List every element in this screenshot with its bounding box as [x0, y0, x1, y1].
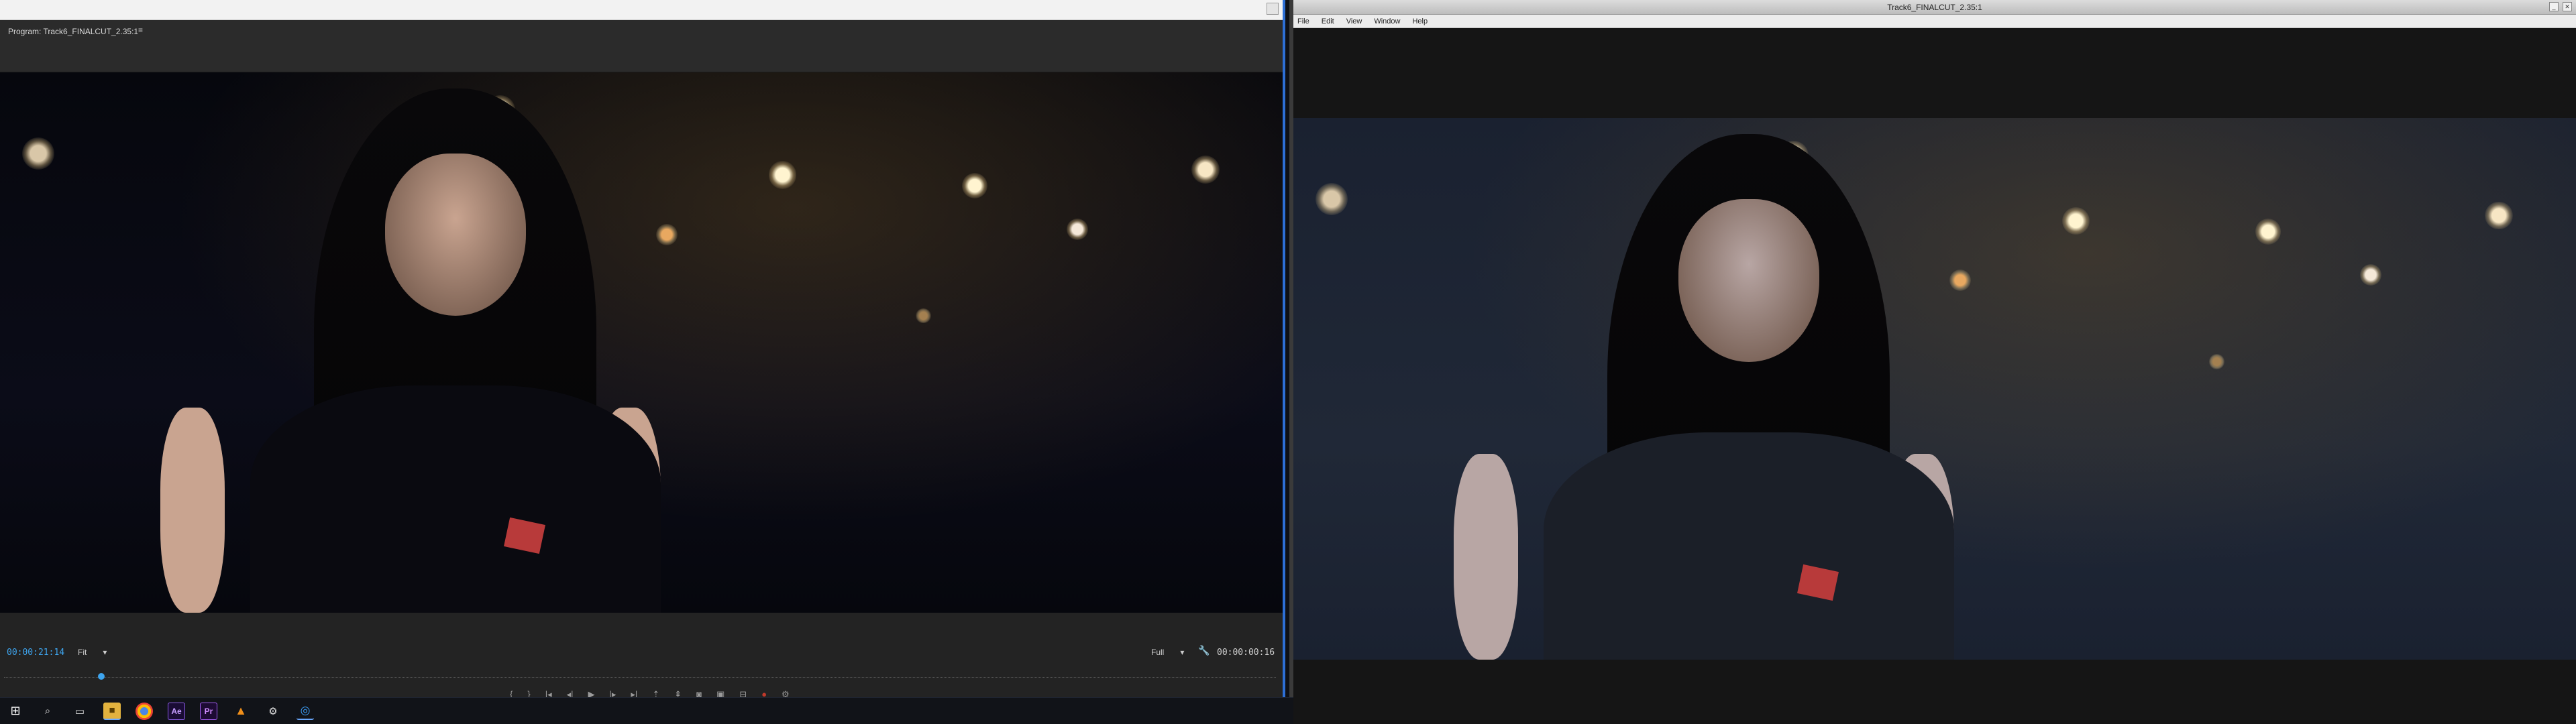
program-panel-header: Program: Track6_FINALCUT_2.35:1 ≡ — [0, 20, 1283, 72]
vlc-icon[interactable]: ▲ — [232, 703, 250, 720]
bokeh-light — [1949, 269, 1972, 292]
reference-title-bar: Track6_FINALCUT_2.35:1 _ ✕ — [1293, 0, 2576, 15]
left-top-bar — [0, 0, 1283, 20]
playback-resolution-dropdown[interactable]: Full ▾ — [1148, 646, 1191, 658]
menu-window[interactable]: Window — [1374, 17, 1400, 25]
playhead-handle[interactable] — [98, 673, 105, 680]
windows-start-icon[interactable]: ⊞ — [7, 703, 24, 720]
subject-face — [1678, 199, 1819, 362]
playback-resolution-value: Full — [1151, 648, 1165, 657]
chrome-icon[interactable] — [136, 702, 153, 720]
bokeh-light — [1067, 218, 1089, 240]
premiere-program-monitor: Program: Track6_FINALCUT_2.35:1 ≡ 00:00:… — [0, 0, 1283, 724]
bokeh-light — [2360, 264, 2382, 286]
steam-icon[interactable]: ⚙ — [264, 703, 282, 720]
video-scene-left — [0, 72, 1283, 613]
minimize-button[interactable]: _ — [2549, 2, 2559, 11]
program-monitor-controls: 00:00:21:14 Fit ▾ Full ▾ 🔧 00:00:00:16 {… — [0, 613, 1283, 709]
reference-player-window: Track6_FINALCUT_2.35:1 _ ✕ File Edit Vie… — [1293, 0, 2576, 724]
task-view-icon[interactable]: ▭ — [71, 703, 89, 720]
bokeh-light — [2209, 354, 2224, 369]
bokeh-light — [1316, 183, 1348, 216]
subject-face — [384, 153, 526, 316]
search-icon[interactable]: ⌕ — [39, 703, 56, 720]
scrub-bar[interactable] — [4, 672, 1276, 682]
reference-menu-bar: File Edit View Window Help — [1293, 15, 2576, 28]
bokeh-light — [2485, 201, 2514, 230]
zoom-level-value: Fit — [78, 648, 87, 657]
wrench-icon[interactable]: 🔧 — [1198, 645, 1210, 656]
bokeh-light — [2061, 206, 2090, 235]
after-effects-icon[interactable]: Ae — [168, 702, 185, 720]
bokeh-light — [656, 223, 678, 245]
subject-arm — [1454, 453, 1518, 660]
playhead-timecode[interactable]: 00:00:21:14 — [7, 648, 64, 658]
bokeh-light — [1191, 156, 1220, 184]
chevron-down-icon: ▾ — [1180, 648, 1185, 657]
desktop: Program: Track6_FINALCUT_2.35:1 ≡ 00:00:… — [0, 0, 2576, 724]
menu-file[interactable]: File — [1297, 17, 1309, 25]
menu-help[interactable]: Help — [1412, 17, 1428, 25]
reference-window-title: Track6_FINALCUT_2.35:1 — [1887, 3, 1982, 12]
subject-dress — [1543, 432, 1954, 660]
bokeh-light — [2255, 219, 2282, 245]
reference-video-frame — [1293, 118, 2576, 660]
file-explorer-icon[interactable]: ■ — [103, 702, 121, 720]
menu-edit[interactable]: Edit — [1322, 17, 1334, 25]
premiere-pro-icon[interactable]: Pr — [200, 702, 217, 720]
bokeh-light — [961, 173, 988, 199]
duration-timecode: 00:00:00:16 — [1217, 648, 1275, 658]
bokeh-light — [916, 308, 931, 323]
close-window-button[interactable] — [1267, 3, 1279, 15]
close-button[interactable]: ✕ — [2563, 2, 2572, 11]
program-video-frame — [0, 72, 1283, 613]
video-scene-right — [1293, 118, 2576, 660]
bokeh-light — [22, 137, 55, 170]
zoom-level-dropdown[interactable]: Fit ▾ — [74, 646, 117, 658]
panel-menu-icon[interactable]: ≡ — [138, 25, 143, 35]
chevron-down-icon: ▾ — [103, 648, 107, 657]
bokeh-light — [768, 161, 797, 189]
scrub-track — [4, 677, 1276, 678]
windows-taskbar: ⊞ ⌕ ▭ ■ Ae Pr ▲ ⚙ ◎ — [0, 697, 1293, 724]
blue-app-icon[interactable]: ◎ — [297, 703, 314, 720]
program-panel-tab[interactable]: Program: Track6_FINALCUT_2.35:1 — [8, 27, 138, 36]
subject-arm — [160, 407, 225, 613]
subject-dress — [250, 385, 661, 613]
monitor-divider — [1283, 0, 1293, 724]
menu-view[interactable]: View — [1346, 17, 1362, 25]
